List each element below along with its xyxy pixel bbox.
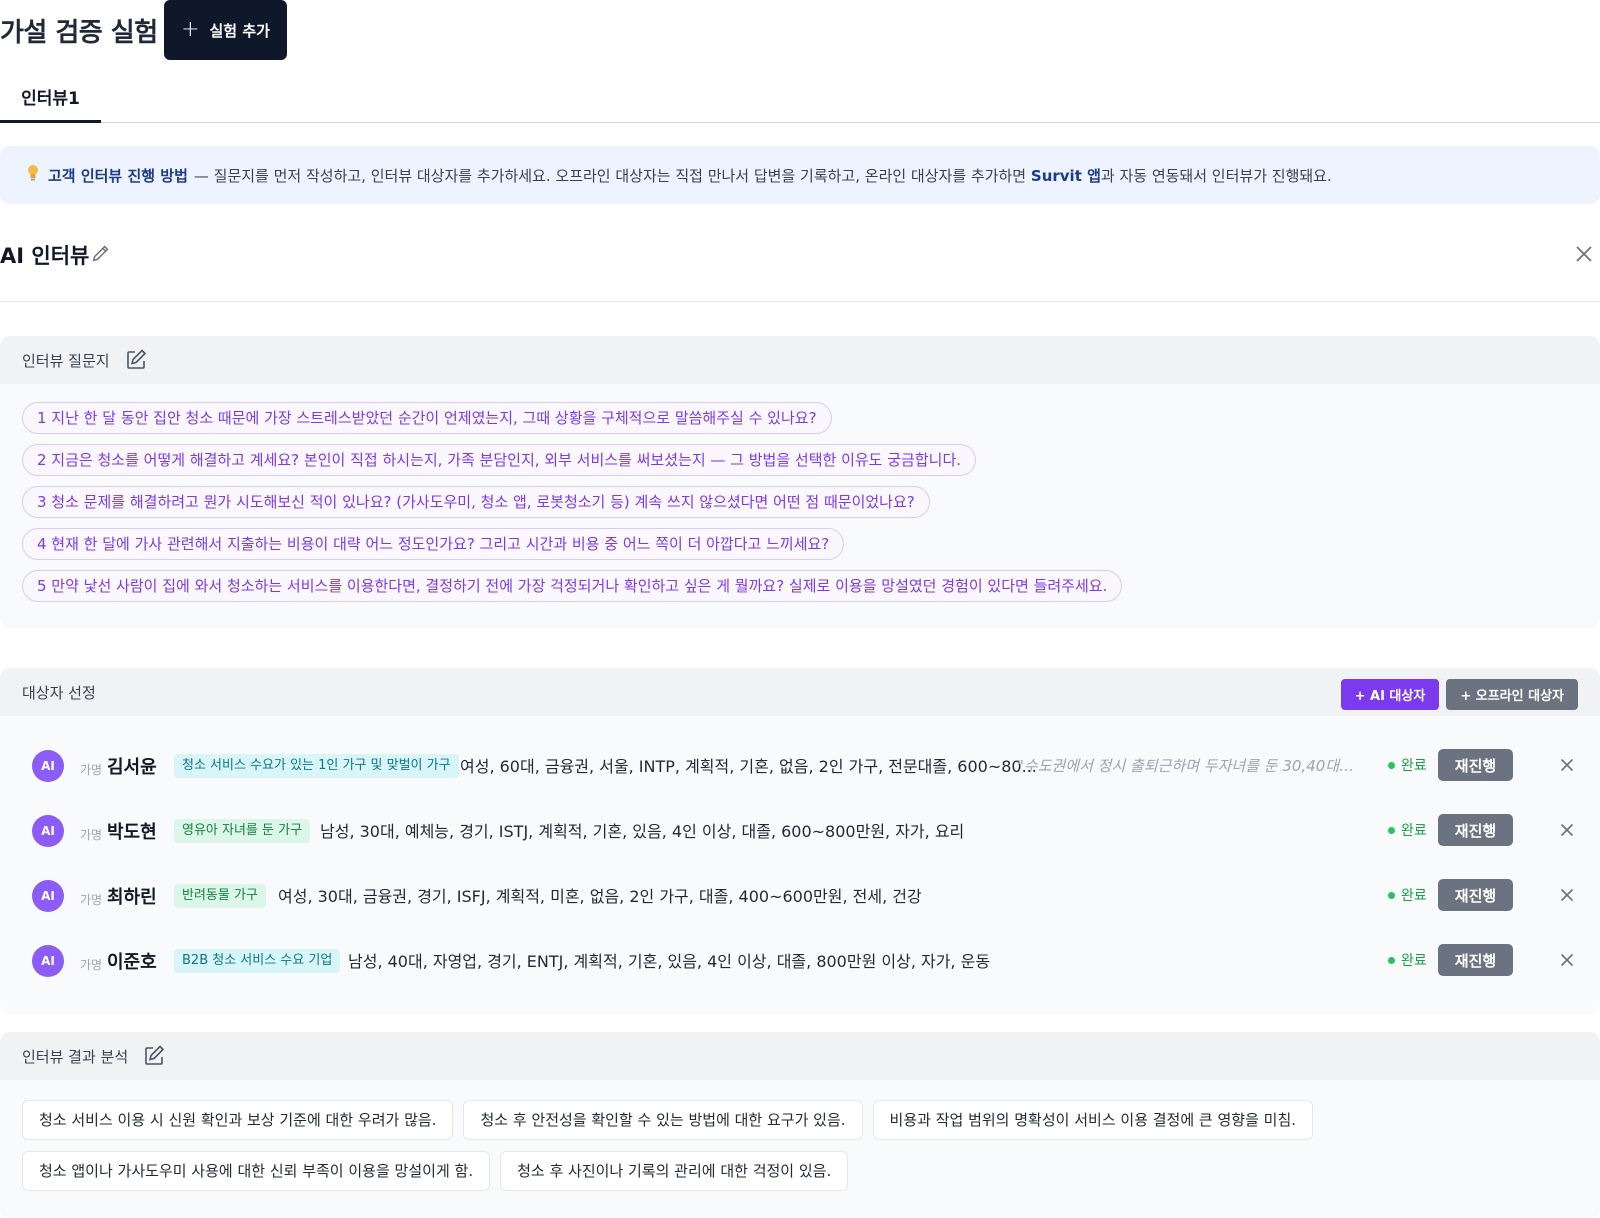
segment-badge: 청소 서비스 수요가 있는 1인 가구 및 맞벌이 가구 xyxy=(174,754,459,778)
status-badge: 완료 xyxy=(1388,820,1427,840)
tip-heading: 고객 인터뷰 진행 방법 xyxy=(48,166,188,185)
question-chip[interactable]: 4 현재 한 달에 가사 관련해서 지출하는 비용이 대략 어느 정도인가요? … xyxy=(22,528,845,560)
status-badge: 완료 xyxy=(1388,755,1427,775)
close-icon[interactable] xyxy=(1556,754,1578,776)
status-dot-icon xyxy=(1388,826,1395,834)
add-ai-target-button[interactable]: + AI 대상자 xyxy=(1340,679,1440,710)
close-icon[interactable] xyxy=(1572,242,1596,266)
target-quote: "수도권에서 정시 출퇴근하며 두자녀를 둔 30,40대 ... xyxy=(1017,757,1357,775)
question-chip[interactable]: 3 청소 문제를 해결하려고 뭔가 시도해보신 적이 있나요? (가사도우미, … xyxy=(22,486,930,518)
add-experiment-label: 실험 추가 xyxy=(209,21,270,40)
target-row[interactable]: AI 가명 이준호 B2B 청소 서비스 수요 기업 남성, 40대, 자영업,… xyxy=(0,928,1600,993)
status-badge: 완료 xyxy=(1388,950,1427,970)
result-card[interactable]: 청소 앱이나 가사도우미 사용에 대한 신뢰 부족이 이용을 망설이게 함. xyxy=(22,1151,491,1191)
target-name: 최하린 xyxy=(107,887,157,908)
plus-icon: + xyxy=(181,17,200,42)
avatar: AI xyxy=(32,749,64,782)
status-dot-icon xyxy=(1388,761,1395,769)
ai-interview-header: AI 인터뷰 xyxy=(0,230,1600,302)
target-name: 김서윤 xyxy=(107,757,157,778)
tip-brand: Survit 앱 xyxy=(1030,166,1101,185)
target-name: 박도현 xyxy=(107,822,157,843)
questions-section: 인터뷰 질문지 1 지난 한 달 동안 집안 청소 때문에 가장 스트레스받았던… xyxy=(0,336,1600,628)
questions-title: 인터뷰 질문지 xyxy=(22,351,110,370)
status-badge: 완료 xyxy=(1388,885,1427,905)
close-icon[interactable] xyxy=(1556,884,1578,906)
target-attributes: 여성, 60대, 금융권, 서울, INTP, 계획적, 기혼, 없음, 2인 … xyxy=(460,757,1037,776)
question-list: 1 지난 한 달 동안 집안 청소 때문에 가장 스트레스받았던 순간이 언제였… xyxy=(0,384,1600,602)
alias-label: 가명 xyxy=(80,893,103,907)
avatar: AI xyxy=(32,879,64,912)
status-label: 완료 xyxy=(1401,758,1427,774)
close-icon[interactable] xyxy=(1556,819,1578,841)
target-row[interactable]: AI 가명 최하린 반려동물 가구 여성, 30대, 금융권, 경기, ISFJ… xyxy=(0,863,1600,928)
question-chip[interactable]: 2 지금은 청소를 어떻게 해결하고 계세요? 본인이 직접 하시는지, 가족 … xyxy=(22,444,977,476)
tip-body-2: 과 자동 연동돼서 인터뷰가 진행돼요. xyxy=(1100,166,1332,185)
rerun-button[interactable]: 재진행 xyxy=(1438,749,1513,781)
page-header: 가설 검증 실험 + 실험 추가 xyxy=(0,0,1600,60)
results-header: 인터뷰 결과 분석 xyxy=(0,1032,1600,1080)
status-label: 완료 xyxy=(1401,823,1427,839)
targets-header: 대상자 선정 + AI 대상자 + 오프라인 대상자 xyxy=(0,668,1600,716)
status-dot-icon xyxy=(1388,956,1395,964)
target-name: 이준호 xyxy=(107,952,157,973)
question-chip[interactable]: 1 지난 한 달 동안 집안 청소 때문에 가장 스트레스받았던 순간이 언제였… xyxy=(22,402,832,434)
rerun-button[interactable]: 재진행 xyxy=(1438,944,1513,976)
page-title: 가설 검증 실험 xyxy=(0,18,158,48)
target-attributes: 여성, 30대, 금융권, 경기, ISFJ, 계획적, 미혼, 없음, 2인 … xyxy=(278,887,922,906)
rerun-button[interactable]: 재진행 xyxy=(1438,879,1513,911)
alias-label: 가명 xyxy=(80,763,103,777)
tab-bar: 인터뷰1 xyxy=(0,72,1600,123)
status-dot-icon xyxy=(1388,891,1395,899)
edit-square-icon[interactable] xyxy=(124,348,148,372)
edit-square-icon[interactable] xyxy=(142,1044,166,1068)
target-row[interactable]: AI 가명 김서윤 청소 서비스 수요가 있는 1인 가구 및 맞벌이 가구 여… xyxy=(0,733,1600,798)
targets-title: 대상자 선정 xyxy=(22,683,96,702)
lightbulb-icon xyxy=(26,164,40,186)
result-list: 청소 서비스 이용 시 신원 확인과 보상 기준에 대한 우려가 많음. 청소 … xyxy=(0,1080,1400,1191)
result-card[interactable]: 청소 후 안전성을 확인할 수 있는 방법에 대한 요구가 있음. xyxy=(463,1100,863,1140)
targets-section: 대상자 선정 + AI 대상자 + 오프라인 대상자 AI 가명 김서윤 청소 … xyxy=(0,668,1600,1014)
avatar: AI xyxy=(32,814,64,847)
avatar: AI xyxy=(32,944,64,977)
target-add-buttons: + AI 대상자 + 오프라인 대상자 xyxy=(1340,679,1578,710)
status-label: 완료 xyxy=(1401,953,1427,969)
alias-label: 가명 xyxy=(80,828,103,842)
add-offline-target-button[interactable]: + 오프라인 대상자 xyxy=(1446,679,1578,710)
result-card[interactable]: 청소 후 사진이나 기록의 관리에 대한 걱정이 있음. xyxy=(500,1151,849,1191)
pencil-icon[interactable] xyxy=(90,242,112,264)
tab-interview-1[interactable]: 인터뷰1 xyxy=(0,72,101,123)
result-card[interactable]: 청소 서비스 이용 시 신원 확인과 보상 기준에 대한 우려가 많음. xyxy=(22,1100,454,1140)
segment-badge: B2B 청소 서비스 수요 기업 xyxy=(174,949,341,973)
result-card[interactable]: 비용과 작업 범위의 명확성이 서비스 이용 결정에 큰 영향을 미침. xyxy=(872,1100,1314,1140)
add-experiment-button[interactable]: + 실험 추가 xyxy=(164,0,287,60)
target-list: AI 가명 김서윤 청소 서비스 수요가 있는 1인 가구 및 맞벌이 가구 여… xyxy=(0,716,1600,993)
segment-badge: 반려동물 가구 xyxy=(174,884,266,908)
tip-banner: 고객 인터뷰 진행 방법 — 질문지를 먼저 작성하고, 인터뷰 대상자를 추가… xyxy=(0,146,1600,204)
question-chip[interactable]: 5 만약 낯선 사람이 집에 와서 청소하는 서비스를 이용한다면, 결정하기 … xyxy=(22,570,1123,602)
target-attributes: 남성, 40대, 자영업, 경기, ENTJ, 계획적, 기혼, 있음, 4인 … xyxy=(348,952,991,971)
ai-interview-title: AI 인터뷰 xyxy=(0,244,90,268)
questions-header: 인터뷰 질문지 xyxy=(0,336,1600,384)
close-icon[interactable] xyxy=(1556,949,1578,971)
results-section: 인터뷰 결과 분석 청소 서비스 이용 시 신원 확인과 보상 기준에 대한 우… xyxy=(0,1032,1600,1218)
rerun-button[interactable]: 재진행 xyxy=(1438,814,1513,846)
target-row[interactable]: AI 가명 박도현 영유아 자녀를 둔 가구 남성, 30대, 예체능, 경기,… xyxy=(0,798,1600,863)
target-attributes: 남성, 30대, 예체능, 경기, ISTJ, 계획적, 기혼, 있음, 4인 … xyxy=(320,822,965,841)
segment-badge: 영유아 자녀를 둔 가구 xyxy=(174,819,311,843)
alias-label: 가명 xyxy=(80,958,103,972)
results-title: 인터뷰 결과 분석 xyxy=(22,1047,129,1066)
status-label: 완료 xyxy=(1401,888,1427,904)
tip-body-1: — 질문지를 먼저 작성하고, 인터뷰 대상자를 추가하세요. 오프라인 대상자… xyxy=(193,166,1027,185)
